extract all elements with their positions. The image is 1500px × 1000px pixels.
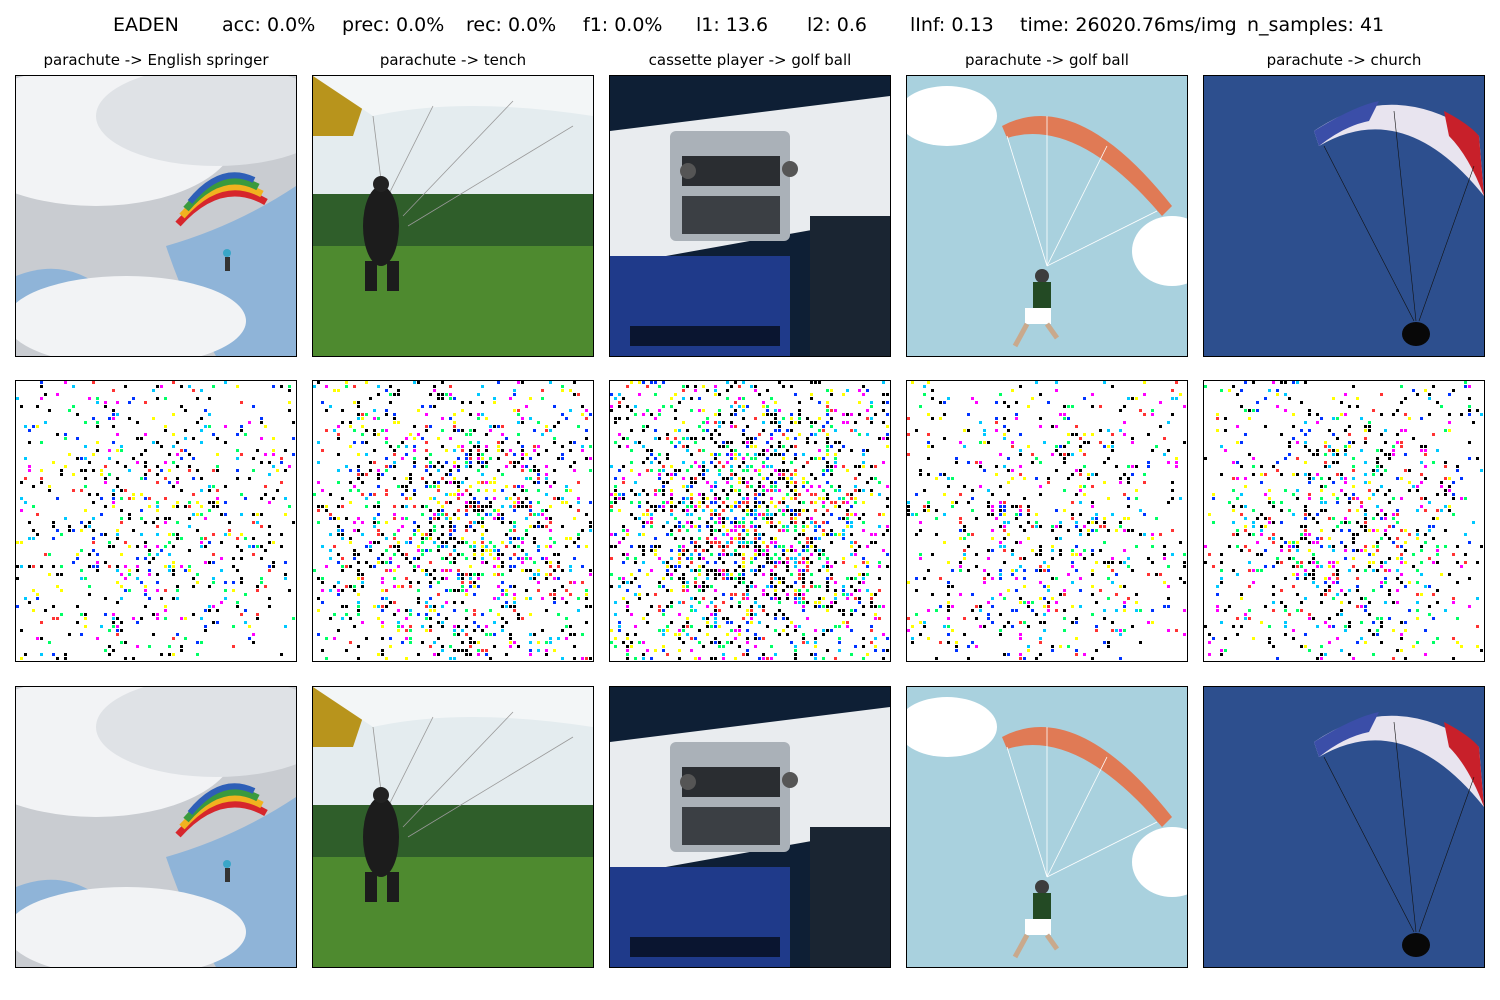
original-image: [609, 75, 891, 357]
original-image: [906, 75, 1188, 357]
adversarial-image: [312, 686, 594, 968]
adversarial-image: [1203, 686, 1485, 968]
precision-stat: prec: 0.0%: [342, 14, 445, 36]
column-title: parachute -> tench: [379, 51, 527, 69]
perturbation-image: [609, 380, 891, 662]
column-title: parachute -> English springer: [43, 51, 269, 69]
adversarial-image: [609, 686, 891, 968]
adversarial-image: [15, 686, 297, 968]
method-name: EADEN: [113, 14, 179, 36]
perturbation-image: [906, 380, 1188, 662]
l1-stat: l1: 13.6: [696, 14, 769, 36]
f1-stat: f1: 0.0%: [583, 14, 663, 36]
time-stat: time: 26020.76ms/img: [1020, 14, 1237, 36]
perturbation-image: [312, 380, 594, 662]
column-title: parachute -> church: [1266, 51, 1422, 69]
column-title: cassette player -> golf ball: [648, 51, 852, 69]
original-image: [1203, 75, 1485, 357]
column-title: parachute -> golf ball: [965, 51, 1129, 69]
accuracy-stat: acc: 0.0%: [222, 14, 316, 36]
recall-stat: rec: 0.0%: [466, 14, 557, 36]
figure-header: EADEN acc: 0.0% prec: 0.0% rec: 0.0% f1:…: [0, 14, 1500, 44]
perturbation-image: [1203, 380, 1485, 662]
original-image: [15, 75, 297, 357]
perturbation-image: [15, 380, 297, 662]
original-image: [312, 75, 594, 357]
n-samples-stat: n_samples: 41: [1247, 14, 1385, 36]
l2-stat: l2: 0.6: [807, 14, 868, 36]
adversarial-image: [906, 686, 1188, 968]
linf-stat: lInf: 0.13: [910, 14, 994, 36]
